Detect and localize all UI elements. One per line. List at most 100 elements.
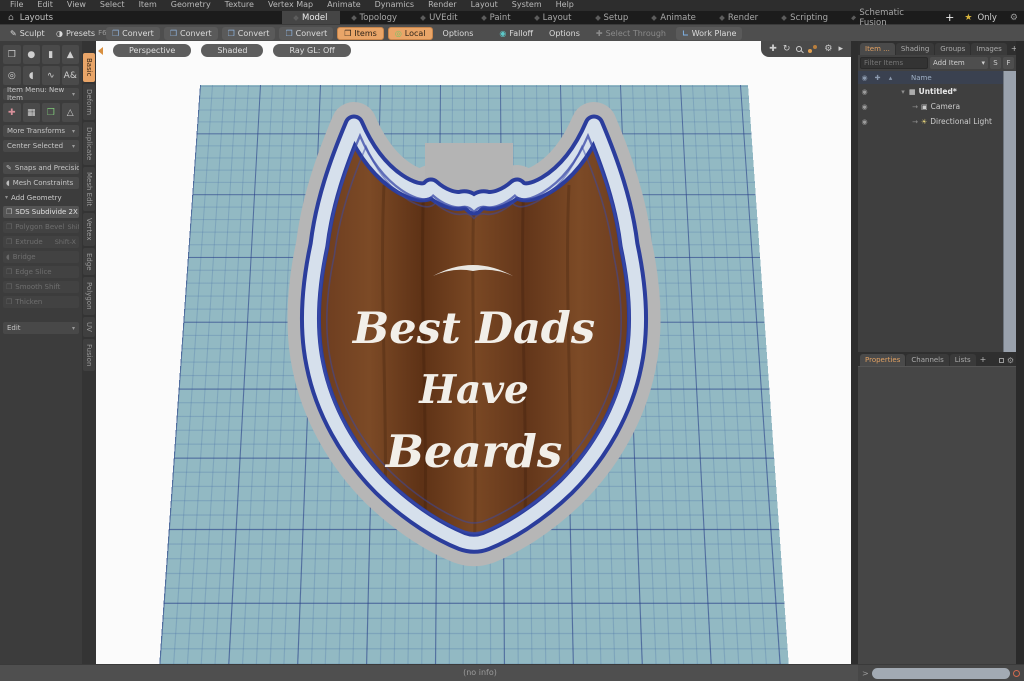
- tab-paint[interactable]: Paint: [470, 11, 523, 24]
- viewport-options-icon[interactable]: [808, 45, 818, 53]
- 3d-viewport[interactable]: Best Dads Have Beards Perspective Shaded…: [96, 41, 851, 664]
- smooth-shift-button[interactable]: ❒ Smooth Shift: [3, 281, 79, 293]
- options-button-2[interactable]: Options: [543, 27, 586, 40]
- static-mesh-tool[interactable]: △: [61, 103, 79, 122]
- cube-tool[interactable]: ❒: [3, 45, 21, 64]
- select-through-button[interactable]: ✚ Select Through: [590, 27, 672, 40]
- vtab-duplicate[interactable]: Duplicate: [83, 121, 95, 165]
- local-axis-button[interactable]: ◎ Local: [387, 26, 433, 40]
- text-tool[interactable]: A&: [61, 66, 79, 85]
- mesh-item-tool[interactable]: ❒: [42, 103, 60, 122]
- solo-button[interactable]: S: [990, 57, 1001, 69]
- presets-button[interactable]: ◑ Presets F6: [50, 27, 107, 40]
- gear-icon[interactable]: ⚙: [1007, 356, 1014, 365]
- vtab-edge[interactable]: Edge: [83, 247, 95, 276]
- cone-tool[interactable]: ▲: [61, 45, 79, 64]
- sds-subdivide-button[interactable]: ❒ SDS Subdivide 2X: [3, 206, 79, 218]
- eye-icon[interactable]: ◉: [858, 88, 871, 96]
- bridge-button[interactable]: ◖ Bridge: [3, 251, 79, 263]
- tab-layout[interactable]: Layout: [523, 11, 584, 24]
- beard-model[interactable]: Best Dads Have Beards: [274, 95, 674, 585]
- thicken-button[interactable]: ❒ Thicken: [3, 296, 79, 308]
- tab-model[interactable]: Model: [282, 11, 340, 24]
- items-mode-button[interactable]: ❒ Items: [337, 26, 384, 40]
- add-geometry-section[interactable]: ▾ Add Geometry: [3, 192, 79, 203]
- tab-shading[interactable]: Shading: [895, 43, 935, 55]
- convert-button-4[interactable]: ❒ Convert: [279, 26, 334, 40]
- skeleton-tool[interactable]: ✚: [3, 103, 21, 122]
- sculpt-button[interactable]: ✎ Sculpt: [4, 27, 46, 40]
- expand-icon[interactable]: ▸: [838, 44, 843, 54]
- layouts-menu[interactable]: ⌂ Layouts: [0, 11, 282, 24]
- menu-select[interactable]: Select: [100, 0, 125, 11]
- falloff-button[interactable]: ◉ Falloff: [493, 27, 539, 40]
- menu-item[interactable]: Item: [139, 0, 157, 11]
- gear-icon[interactable]: ⚙: [1010, 13, 1018, 23]
- vtab-basic[interactable]: Basic: [83, 53, 95, 82]
- tab-uvedit[interactable]: UVEdit: [409, 11, 470, 24]
- item-row-directional-light[interactable]: ◉ → ☀ Directional Light: [858, 114, 1016, 129]
- edge-slice-button[interactable]: ❒ Edge Slice: [3, 266, 79, 278]
- only-toggle[interactable]: Only: [977, 13, 996, 23]
- zoom-icon[interactable]: [796, 46, 803, 52]
- favorite-star-icon[interactable]: ★: [964, 13, 972, 23]
- convert-button-2[interactable]: ❒ Convert: [163, 26, 218, 40]
- mesh-constraints-button[interactable]: ◖ Mesh Constraints: [3, 177, 79, 189]
- tab-setup[interactable]: Setup: [584, 11, 641, 24]
- options-button-1[interactable]: Options: [437, 27, 480, 40]
- add-workspace-tab-button[interactable]: +: [935, 11, 964, 24]
- menu-file[interactable]: File: [10, 0, 23, 11]
- torus-tool[interactable]: ◎: [3, 66, 21, 85]
- panel-divider[interactable]: [851, 41, 858, 664]
- menu-dynamics[interactable]: Dynamics: [375, 0, 414, 11]
- menu-vertex-map[interactable]: Vertex Map: [268, 0, 313, 11]
- menu-edit[interactable]: Edit: [37, 0, 53, 11]
- tab-item-list[interactable]: Item ...: [860, 43, 895, 55]
- cylinder-tool[interactable]: ▮: [42, 45, 60, 64]
- tab-channels[interactable]: Channels: [906, 354, 949, 366]
- convert-button-3[interactable]: ❒ Convert: [221, 26, 276, 40]
- vtab-deform[interactable]: Deform: [83, 83, 95, 120]
- tab-render[interactable]: Render: [708, 11, 770, 24]
- snaps-precision-button[interactable]: ✎ Snaps and Precision: [3, 162, 79, 174]
- menu-geometry[interactable]: Geometry: [171, 0, 211, 11]
- item-row-untitled[interactable]: ◉ ▾ ▦ Untitled*: [858, 84, 1016, 99]
- more-transforms-dropdown[interactable]: More Transforms ▾: [3, 125, 79, 137]
- vtab-uv[interactable]: UV: [83, 316, 95, 337]
- item-menu-dropdown[interactable]: Item Menu: New Item ▾: [3, 86, 79, 102]
- filter-items-input[interactable]: [860, 57, 928, 69]
- tab-topology[interactable]: Topology: [340, 11, 410, 24]
- edit-dropdown[interactable]: Edit ▾: [3, 322, 79, 334]
- item-list-scrollbar[interactable]: [1003, 71, 1016, 352]
- shading-mode-selector[interactable]: Shaded: [201, 44, 264, 57]
- tab-properties[interactable]: Properties: [860, 354, 906, 366]
- vtab-fusion[interactable]: Fusion: [83, 338, 95, 372]
- vtab-mesh-edit[interactable]: Mesh Edit: [83, 166, 95, 212]
- add-item-dropdown[interactable]: Add Item ▾: [930, 57, 988, 69]
- menu-animate[interactable]: Animate: [327, 0, 361, 11]
- vtab-vertex[interactable]: Vertex: [83, 213, 95, 246]
- tab-lists[interactable]: Lists: [949, 354, 976, 366]
- curve-tool[interactable]: ∿: [42, 66, 60, 85]
- gear-icon[interactable]: ⚙: [824, 44, 832, 54]
- menu-view[interactable]: View: [67, 0, 86, 11]
- tab-schematic-fusion[interactable]: Schematic Fusion: [840, 8, 935, 28]
- expand-arrow-icon[interactable]: ▾: [897, 88, 909, 96]
- vtab-polygon[interactable]: Polygon: [83, 277, 95, 315]
- extrude-button[interactable]: ❒ Extrude Shift-X: [3, 236, 79, 248]
- menu-texture[interactable]: Texture: [225, 0, 254, 11]
- center-selected-dropdown[interactable]: Center Selected ▾: [3, 140, 79, 152]
- menu-system[interactable]: System: [512, 0, 542, 11]
- sphere-tool[interactable]: ●: [22, 45, 40, 64]
- polygon-bevel-button[interactable]: ❒ Polygon Bevel Shift-B: [3, 221, 79, 233]
- command-input[interactable]: [871, 667, 1010, 679]
- viewport-menu-icon[interactable]: [98, 46, 103, 55]
- tab-scripting[interactable]: Scripting: [770, 11, 840, 24]
- camera-view-selector[interactable]: Perspective: [113, 44, 192, 57]
- capsule-tool[interactable]: ◖: [22, 66, 40, 85]
- pan-icon[interactable]: ✚: [769, 44, 777, 54]
- raygl-toggle[interactable]: Ray GL: Off: [273, 44, 351, 57]
- menu-render[interactable]: Render: [428, 0, 456, 11]
- menu-help[interactable]: Help: [556, 0, 574, 11]
- tab-animate[interactable]: Animate: [640, 11, 708, 24]
